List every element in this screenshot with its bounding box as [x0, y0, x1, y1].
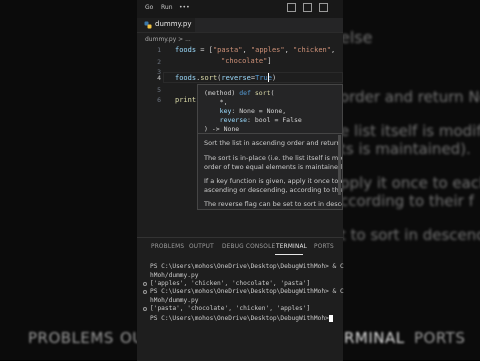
backdrop-text: t to sort in descend — [340, 226, 480, 244]
text-cursor — [268, 73, 269, 82]
python-file-icon — [144, 21, 152, 29]
signature-line: *, — [204, 98, 228, 106]
backdrop-text: order and return No — [340, 88, 480, 106]
backdrop-text: ts is maintained). — [340, 140, 471, 158]
tab-debug-console[interactable]: DEBUG CONSOLE — [222, 244, 275, 250]
panel-toggle-icon[interactable] — [303, 3, 312, 12]
terminal-line: PS C:\Users\mohos\OneDrive\Desktop\Debug… — [150, 288, 344, 295]
line-number: 5 — [157, 86, 161, 94]
backdrop-text: else — [340, 28, 373, 47]
doc-text: Sort the list in ascending order and ret… — [204, 139, 343, 147]
hover-divider — [198, 133, 342, 134]
terminal-line: ['pasta', 'chocolate', 'chicken', 'apple… — [150, 305, 311, 312]
tab-label: dummy.py — [155, 20, 192, 28]
terminal-line: hMoh/dummy.py — [150, 272, 199, 279]
doc-text: The sort is in-place (i.e. the list itse… — [204, 154, 343, 162]
layout-toggle-icon[interactable] — [287, 3, 296, 12]
editor-tabs: dummy.py — [137, 18, 343, 33]
backdrop-text: ccording to their f — [340, 192, 474, 210]
tab-output[interactable]: OUTPUT — [189, 244, 214, 250]
line-number: 6 — [157, 96, 161, 104]
backdrop-tab: PORTS — [414, 329, 466, 347]
command-decoration-icon[interactable] — [143, 282, 147, 286]
backdrop-tab: RMINAL — [344, 329, 405, 347]
signature-line: key: None = None, — [204, 107, 287, 115]
sidebar-toggle-icon[interactable] — [319, 3, 328, 12]
code-line-2: "chocolate"] — [221, 57, 272, 65]
bottom-panel: PROBLEMS OUTPUT DEBUG CONSOLE TERMINAL P… — [137, 237, 344, 361]
command-decoration-icon[interactable] — [143, 290, 147, 294]
menu-more[interactable]: ••• — [179, 4, 190, 11]
terminal-line: ['apples', 'chicken', 'chocolate', 'past… — [150, 280, 311, 287]
tab-problems[interactable]: PROBLEMS — [151, 244, 184, 250]
code-line-4: foods.sort(reverse=True) — [175, 74, 277, 82]
active-tab-indicator — [275, 254, 303, 255]
line-number: 1 — [157, 46, 161, 54]
tab-dummy-py[interactable]: dummy.py — [137, 18, 195, 32]
backdrop-tab: PROBLEMS — [28, 329, 114, 347]
hover-scrollbar[interactable] — [338, 135, 341, 195]
signature-line: reverse: bool = False — [204, 116, 302, 124]
doc-text: If a key function is given, apply it onc… — [204, 177, 343, 185]
doc-text: ascending or descending, according to th… — [204, 186, 343, 194]
menu-go[interactable]: Go — [145, 4, 153, 11]
terminal-cursor — [329, 315, 333, 322]
doc-text: The reverse flag can be set to sort in d… — [204, 200, 343, 208]
terminal-line: PS C:\Users\mohos\OneDrive\Desktop\Debug… — [150, 263, 344, 270]
signature-line: (method) def sort( — [204, 89, 275, 97]
breadcrumb[interactable]: dummy.py > ... — [145, 36, 191, 43]
terminal-line: hMoh/dummy.py — [150, 297, 199, 304]
menu-bar: Go Run ••• — [137, 0, 343, 18]
hover-tooltip[interactable]: (method) def sort( *, key: None = None, … — [197, 84, 343, 210]
tab-ports[interactable]: PORTS — [314, 244, 334, 250]
doc-text: order of two equal elements is maintaine… — [204, 163, 343, 171]
tab-terminal[interactable]: TERMINAL — [276, 244, 307, 250]
line-number: 4 — [157, 74, 161, 82]
code-line-1: foods = ["pasta", "apples", "chicken", — [175, 46, 336, 54]
menu-run[interactable]: Run — [161, 4, 173, 11]
line-number: 2 — [157, 58, 161, 66]
terminal-prompt: PS C:\Users\mohos\OneDrive\Desktop\Debug… — [150, 315, 333, 322]
command-decoration-icon[interactable] — [143, 307, 147, 311]
backdrop-text: pply it once to each — [340, 174, 480, 192]
signature-line: ) -> None — [204, 125, 240, 133]
backdrop-text: e list itself is modifie — [340, 122, 480, 140]
